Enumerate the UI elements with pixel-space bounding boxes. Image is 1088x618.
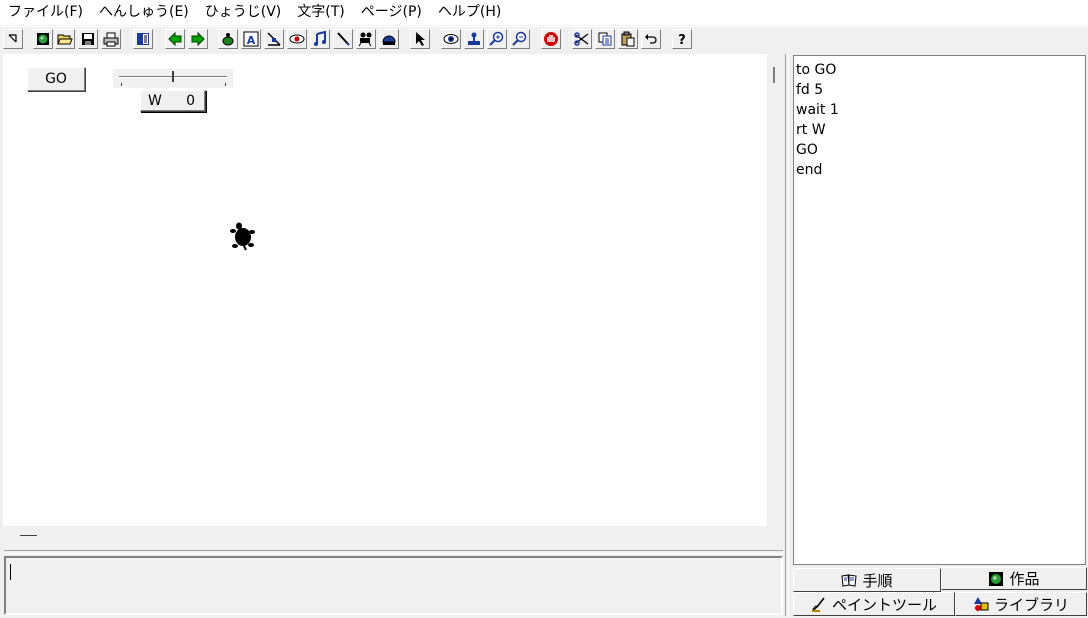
procedure-line: wait 1 <box>796 102 839 118</box>
tab-library-label: ライブラリ <box>993 595 1069 614</box>
paintbrush-icon <box>811 597 825 612</box>
helmet-icon[interactable] <box>379 29 399 49</box>
slider-thumb[interactable] <box>172 71 174 82</box>
help-question-icon[interactable]: ? <box>672 29 692 49</box>
stamp-icon[interactable] <box>464 29 484 49</box>
splitter-handle[interactable] <box>773 67 775 83</box>
slider-tool-icon[interactable] <box>264 29 284 49</box>
procedure-line: GO <box>796 142 818 158</box>
eye-oval-icon[interactable] <box>287 29 307 49</box>
arrow-left-icon[interactable] <box>165 29 185 49</box>
procedure-text[interactable]: to GO fd 5 wait 1 rt W GO end <box>796 60 839 180</box>
scissors-icon[interactable] <box>572 29 592 49</box>
text-a-icon[interactable]: A <box>241 29 261 49</box>
copy-icon[interactable] <box>595 29 615 49</box>
slider-w[interactable] <box>113 69 233 88</box>
text-cursor <box>10 564 11 580</box>
procedure-line: end <box>796 162 823 178</box>
tab-paint-tools-label: ペイントツール <box>831 595 937 614</box>
book-icon <box>841 574 858 587</box>
menu-text[interactable]: 文字(T) <box>289 0 352 25</box>
tab-library[interactable]: ライブラリ <box>955 592 1087 616</box>
tab-project[interactable]: 作品 <box>941 567 1087 590</box>
vertical-divider[interactable] <box>785 54 789 616</box>
slider-tick <box>225 83 226 86</box>
shapes-icon <box>973 597 989 611</box>
procedure-line: to GO <box>796 62 837 78</box>
svg-text:?: ? <box>678 33 686 47</box>
turtle-icon[interactable] <box>218 29 238 49</box>
printer-icon[interactable] <box>101 29 121 49</box>
canvas-status-strip <box>3 526 767 546</box>
zoom-in-icon[interactable] <box>487 29 507 49</box>
page-list-icon[interactable] <box>133 29 153 49</box>
menu-help[interactable]: ヘルプ(H) <box>430 0 509 25</box>
procedures-editor[interactable]: to GO fd 5 wait 1 rt W GO end <box>793 55 1086 565</box>
menu-file[interactable]: ファイル(F) <box>0 0 91 25</box>
tab-paint-tools[interactable]: ペイントツール <box>793 592 955 616</box>
svg-text:A: A <box>247 34 256 47</box>
paste-icon[interactable] <box>618 29 638 49</box>
menu-bar: ファイル(F) へんしゅう(E) ひょうじ(V) 文字(T) ページ(P) ヘル… <box>0 0 1088 25</box>
tab-project-label: 作品 <box>1009 570 1040 588</box>
film-camera-icon[interactable] <box>356 29 376 49</box>
toolbar: A ? <box>0 26 1088 52</box>
cursor-small-icon[interactable] <box>3 29 23 49</box>
undo-icon[interactable] <box>641 29 661 49</box>
slider-value: 0 <box>186 93 195 109</box>
open-folder-icon[interactable] <box>55 29 75 49</box>
music-note-icon[interactable] <box>310 29 330 49</box>
globe-icon <box>989 571 1004 586</box>
arrow-right-icon[interactable] <box>188 29 208 49</box>
tab-procedures-label: 手順 <box>862 571 893 590</box>
menu-page[interactable]: ページ(P) <box>353 0 430 25</box>
slider-tick <box>121 83 122 86</box>
procedure-line: fd 5 <box>796 82 824 98</box>
canvas-dash <box>20 535 37 536</box>
pen-icon[interactable] <box>333 29 353 49</box>
stop-hand-icon[interactable] <box>541 29 561 49</box>
save-disk-icon[interactable] <box>78 29 98 49</box>
procedure-line: rt W <box>796 122 826 138</box>
zoom-out-icon[interactable] <box>510 29 530 49</box>
slider-readout: W 0 <box>140 90 206 112</box>
slider-name: W <box>148 93 162 109</box>
command-center-input[interactable] <box>4 556 783 615</box>
menu-edit[interactable]: へんしゅう(E) <box>91 0 197 25</box>
turtle-icon[interactable] <box>229 221 257 251</box>
go-button[interactable]: GO <box>27 67 85 91</box>
globe-icon[interactable] <box>33 29 53 49</box>
project-canvas[interactable]: GO W 0 <box>3 54 767 526</box>
menu-view[interactable]: ひょうじ(V) <box>197 0 290 25</box>
pointer-arrow-icon[interactable] <box>410 29 430 49</box>
tab-procedures[interactable]: 手順 <box>793 568 941 592</box>
horizontal-divider[interactable] <box>4 550 783 554</box>
eye-icon[interactable] <box>441 29 461 49</box>
